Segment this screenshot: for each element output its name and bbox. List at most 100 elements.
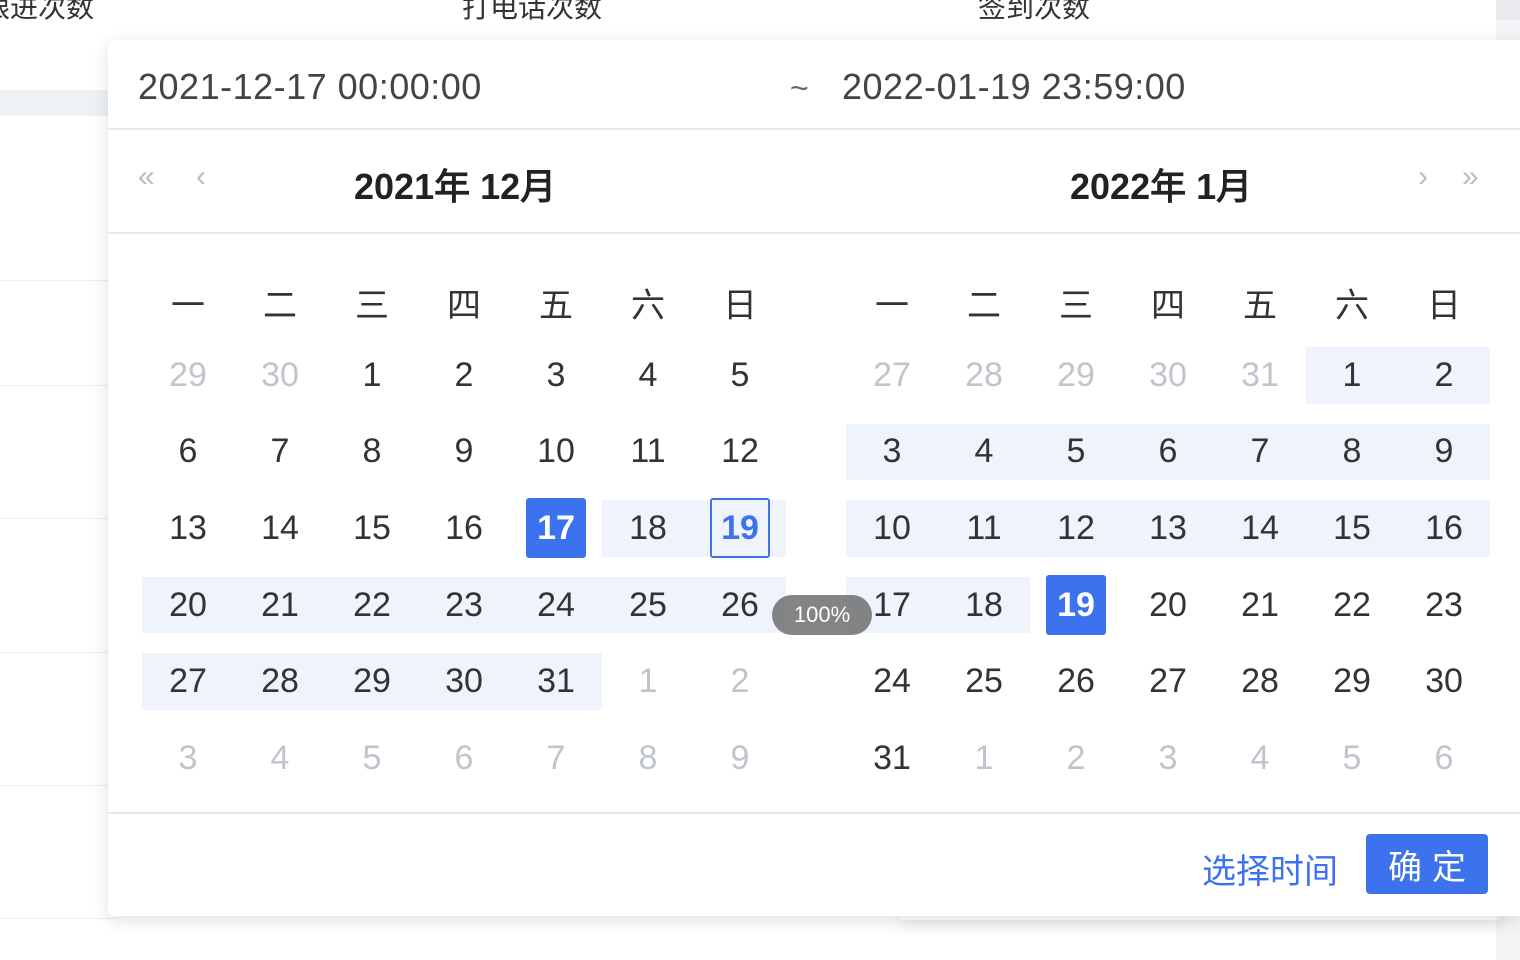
day-cell[interactable]: 2 xyxy=(418,337,510,414)
day-cell[interactable]: 1 xyxy=(326,337,418,414)
day-cell[interactable]: 18 xyxy=(602,490,694,567)
day-cell[interactable]: 26 xyxy=(1030,643,1122,720)
day-cell[interactable]: 7 xyxy=(510,720,602,797)
day-cell[interactable]: 30 xyxy=(234,337,326,414)
day-cell[interactable]: 16 xyxy=(1398,490,1490,567)
day-cell[interactable]: 2 xyxy=(1030,720,1122,797)
day-cell[interactable]: 20 xyxy=(142,567,234,644)
day-cell[interactable]: 19 xyxy=(694,490,786,567)
day-cell[interactable]: 13 xyxy=(142,490,234,567)
day-cell[interactable]: 30 xyxy=(1122,337,1214,414)
weekday-label: 三 xyxy=(1059,287,1093,325)
day-cell[interactable]: 12 xyxy=(1030,490,1122,567)
day-cell[interactable]: 14 xyxy=(1214,490,1306,567)
day-cell[interactable]: 10 xyxy=(510,414,602,491)
day-number: 13 xyxy=(169,508,207,547)
day-cell[interactable]: 25 xyxy=(938,643,1030,720)
day-cell[interactable]: 8 xyxy=(602,720,694,797)
day-cell[interactable]: 11 xyxy=(602,414,694,491)
day-cell[interactable]: 1 xyxy=(1306,337,1398,414)
day-cell[interactable]: 13 xyxy=(1122,490,1214,567)
day-cell[interactable]: 5 xyxy=(694,337,786,414)
day-number: 26 xyxy=(1057,662,1095,701)
day-cell[interactable]: 28 xyxy=(234,643,326,720)
confirm-button[interactable]: 确定 xyxy=(1366,834,1488,894)
day-cell[interactable]: 22 xyxy=(326,567,418,644)
day-cell[interactable]: 6 xyxy=(1122,414,1214,491)
day-cell[interactable]: 25 xyxy=(602,567,694,644)
day-cell[interactable]: 2 xyxy=(694,643,786,720)
day-cell[interactable]: 12 xyxy=(694,414,786,491)
day-cell[interactable]: 29 xyxy=(142,337,234,414)
range-start-input[interactable]: 2021-12-17 00:00:00 xyxy=(138,66,482,108)
day-cell[interactable]: 14 xyxy=(234,490,326,567)
day-cell[interactable]: 29 xyxy=(1030,337,1122,414)
day-cell[interactable]: 3 xyxy=(846,414,938,491)
day-cell[interactable]: 8 xyxy=(326,414,418,491)
day-cell[interactable]: 9 xyxy=(694,720,786,797)
range-end-input[interactable]: 2022-01-19 23:59:00 xyxy=(842,66,1186,108)
day-cell[interactable]: 4 xyxy=(234,720,326,797)
day-cell[interactable]: 3 xyxy=(510,337,602,414)
day-cell[interactable]: 6 xyxy=(142,414,234,491)
pick-time-link[interactable]: 选择时间 xyxy=(1202,844,1338,893)
day-cell[interactable]: 23 xyxy=(1398,567,1490,644)
day-cell[interactable]: 16 xyxy=(418,490,510,567)
day-cell[interactable]: 23 xyxy=(418,567,510,644)
day-cell[interactable]: 3 xyxy=(1122,720,1214,797)
day-cell[interactable]: 21 xyxy=(1214,567,1306,644)
day-cell[interactable]: 2 xyxy=(1398,337,1490,414)
day-cell[interactable]: 10 xyxy=(846,490,938,567)
day-cell[interactable]: 3 xyxy=(142,720,234,797)
day-cell[interactable]: 27 xyxy=(846,337,938,414)
day-number: 17 xyxy=(526,498,586,559)
day-cell[interactable]: 29 xyxy=(1306,643,1398,720)
day-cell[interactable]: 11 xyxy=(938,490,1030,567)
day-cell[interactable]: 18 xyxy=(938,567,1030,644)
day-cell[interactable]: 9 xyxy=(1398,414,1490,491)
day-cell[interactable]: 6 xyxy=(418,720,510,797)
day-cell[interactable]: 4 xyxy=(1214,720,1306,797)
day-number: 4 xyxy=(974,432,994,471)
day-number: 16 xyxy=(1425,508,1463,547)
day-cell[interactable]: 21 xyxy=(234,567,326,644)
day-cell[interactable]: 27 xyxy=(142,643,234,720)
day-cell[interactable]: 31 xyxy=(1214,337,1306,414)
range-input-bar: 2021-12-17 00:00:00 ~ 2022-01-19 23:59:0… xyxy=(108,40,1520,130)
prev-month-icon[interactable]: ‹ xyxy=(196,160,206,194)
day-cell[interactable]: 6 xyxy=(1398,720,1490,797)
day-cell[interactable]: 24 xyxy=(846,643,938,720)
day-cell[interactable]: 15 xyxy=(326,490,418,567)
day-cell[interactable]: 22 xyxy=(1306,567,1398,644)
day-cell[interactable]: 5 xyxy=(1306,720,1398,797)
day-cell[interactable]: 5 xyxy=(1030,414,1122,491)
day-cell[interactable]: 28 xyxy=(938,337,1030,414)
day-cell[interactable]: 27 xyxy=(1122,643,1214,720)
day-cell[interactable]: 1 xyxy=(602,643,694,720)
next-month-icon[interactable]: › xyxy=(1418,160,1428,194)
day-number: 3 xyxy=(178,738,198,777)
day-cell[interactable]: 7 xyxy=(234,414,326,491)
day-cell[interactable]: 30 xyxy=(418,643,510,720)
day-cell[interactable]: 28 xyxy=(1214,643,1306,720)
day-cell[interactable]: 7 xyxy=(1214,414,1306,491)
day-cell[interactable]: 20 xyxy=(1122,567,1214,644)
day-cell[interactable]: 30 xyxy=(1398,643,1490,720)
day-cell[interactable]: 15 xyxy=(1306,490,1398,567)
day-cell[interactable]: 31 xyxy=(510,643,602,720)
day-cell[interactable]: 5 xyxy=(326,720,418,797)
day-cell[interactable]: 29 xyxy=(326,643,418,720)
day-cell[interactable]: 1 xyxy=(938,720,1030,797)
day-cell[interactable]: 24 xyxy=(510,567,602,644)
day-cell[interactable]: 4 xyxy=(602,337,694,414)
day-cell[interactable]: 17 xyxy=(510,490,602,567)
day-cell[interactable]: 19 xyxy=(1030,567,1122,644)
day-cell[interactable]: 26 xyxy=(694,567,786,644)
next-year-icon[interactable]: » xyxy=(1462,160,1479,194)
day-cell[interactable]: 9 xyxy=(418,414,510,491)
day-cell[interactable]: 4 xyxy=(938,414,1030,491)
day-cell[interactable]: 31 xyxy=(846,720,938,797)
day-cell[interactable]: 8 xyxy=(1306,414,1398,491)
prev-year-icon[interactable]: « xyxy=(138,160,155,194)
table-row-divider xyxy=(0,385,120,386)
